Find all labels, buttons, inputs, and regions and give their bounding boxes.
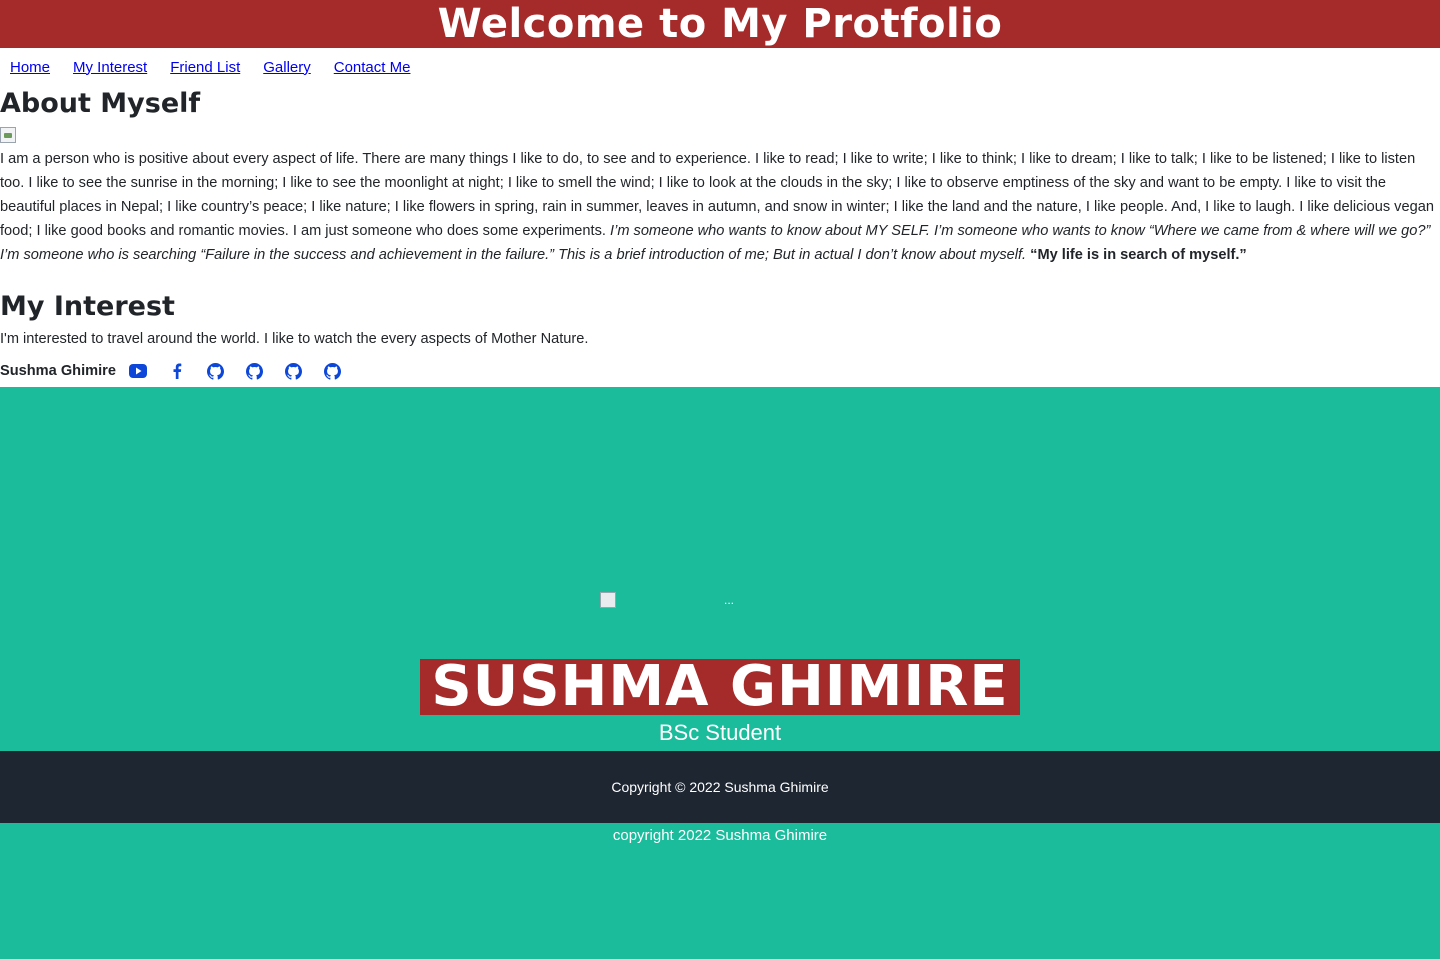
interest-text: I'm interested to travel around the worl… bbox=[0, 331, 589, 347]
github-icon[interactable] bbox=[285, 362, 303, 380]
nav-link-my-interest[interactable]: My Interest bbox=[73, 59, 147, 76]
social-owner-name: Sushma Ghimire bbox=[0, 363, 116, 379]
about-text-bold: “My life is in search of myself.” bbox=[1030, 247, 1247, 263]
nav-link-gallery[interactable]: Gallery bbox=[263, 59, 311, 76]
hero-image-alt: ... bbox=[724, 593, 735, 607]
about-section-title-wrap: About Myself bbox=[0, 86, 1440, 120]
main-nav: Home My Interest Friend List Gallery Con… bbox=[0, 48, 1440, 86]
github-icon[interactable] bbox=[246, 362, 264, 380]
header-title: Welcome to My Protfolio bbox=[437, 1, 1003, 47]
broken-image-icon bbox=[600, 592, 616, 608]
github-icon[interactable] bbox=[207, 362, 225, 380]
youtube-icon[interactable] bbox=[128, 362, 147, 380]
github-icon[interactable] bbox=[324, 362, 342, 380]
facebook-icon[interactable] bbox=[168, 362, 186, 380]
nav-link-contact-me[interactable]: Contact Me bbox=[334, 59, 411, 76]
footer-bar-text: Copyright © 2022 Sushma Ghimire bbox=[611, 779, 829, 795]
footer-copyright: copyright 2022 Sushma Ghimire bbox=[612, 827, 828, 844]
hero-image: ... bbox=[600, 587, 856, 613]
social-links-row: Sushma Ghimire bbox=[0, 351, 1440, 391]
page-header: Welcome to My Protfolio bbox=[0, 0, 1440, 48]
interest-title: My Interest bbox=[0, 291, 175, 322]
hero-name: SUSHMA GHIMIRE bbox=[420, 659, 1020, 715]
interest-section-title-wrap: My Interest bbox=[0, 277, 1440, 322]
hero-role: BSc Student bbox=[658, 720, 782, 745]
hero-section: ... SUSHMA GHIMIRE BSc Student Copyright… bbox=[0, 387, 1440, 959]
footer-bar: Copyright © 2022 Sushma Ghimire bbox=[0, 751, 1440, 823]
nav-link-friend-list[interactable]: Friend List bbox=[170, 59, 240, 76]
about-title: About Myself bbox=[0, 88, 201, 119]
nav-link-home[interactable]: Home bbox=[10, 59, 50, 76]
about-paragraph: I am a person who is positive about ever… bbox=[0, 147, 1440, 267]
profile-image-broken-icon bbox=[0, 127, 16, 143]
